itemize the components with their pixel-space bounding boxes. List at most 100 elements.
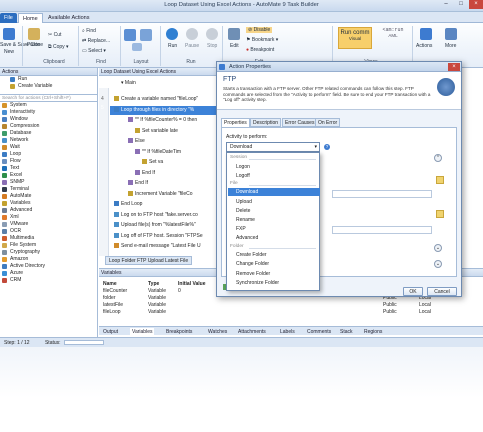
bottom-tab-output[interactable]: Output (103, 328, 118, 336)
tab-error-causes[interactable]: Error Causes (282, 118, 318, 127)
tab-file[interactable]: File (0, 13, 17, 23)
category-window[interactable]: Window (0, 116, 97, 123)
maximize-button[interactable]: □ (454, 0, 468, 9)
field-input[interactable] (332, 226, 432, 234)
expand-icon[interactable]: ⌄ (434, 244, 442, 252)
bookmark-button[interactable]: ⚑ Bookmark ▾ (246, 37, 278, 43)
copy-button[interactable]: ⧉ Copy ▾ (48, 44, 69, 50)
step-text: Upload file(s) from "%latestFile%" (121, 222, 196, 228)
minimize-button[interactable]: – (439, 0, 453, 9)
edit-button[interactable]: Edit (230, 43, 239, 49)
category-terminal[interactable]: Terminal (0, 186, 97, 193)
layout-icon[interactable] (124, 29, 136, 41)
aml-button[interactable]: <am:run AML (378, 27, 408, 49)
dropdown-item-synchronize-folder[interactable]: Synchronize Folder (228, 279, 320, 287)
select-button[interactable]: ▭ Select ▾ (82, 48, 106, 54)
quick-item-create-variable[interactable]: Create Variable (0, 83, 97, 90)
quick-item-run[interactable]: Run (0, 76, 97, 83)
variable-row[interactable]: fileLoop Variable Public Local (103, 309, 479, 316)
category-loop[interactable]: Loop (0, 151, 97, 158)
dropdown-item-download[interactable]: Download (228, 188, 320, 197)
category-network[interactable]: Network (0, 137, 97, 144)
category-interactivity[interactable]: Interactivity (0, 109, 97, 116)
category-compression[interactable]: Compression (0, 123, 97, 130)
actions-search-input[interactable]: Search for actions (Ctrl+Shift+F) (0, 94, 97, 102)
pause-button[interactable]: Pause (185, 43, 199, 49)
collapse-icon[interactable]: ⌃ (434, 154, 442, 162)
dropdown-item-advanced[interactable]: Advanced (228, 234, 320, 242)
run-button[interactable]: Run (168, 43, 177, 49)
expand-icon[interactable]: ⌄ (434, 260, 442, 268)
category-advanced[interactable]: Advanced (0, 207, 97, 214)
category-text[interactable]: Text (0, 165, 97, 172)
separator (412, 26, 413, 66)
category-crm[interactable]: CRM (0, 277, 97, 284)
category-excel[interactable]: Excel (0, 172, 97, 179)
category-xml[interactable]: Xml (0, 214, 97, 221)
bottom-tab-variables[interactable]: Variables (130, 328, 155, 336)
stop-button[interactable]: Stop (207, 43, 217, 49)
category-database[interactable]: Database (0, 130, 97, 137)
dropdown-item-remove-folder[interactable]: Remove Folder (228, 270, 320, 278)
layout-icon-2[interactable] (140, 29, 152, 41)
task-tab[interactable]: Loop Folder FTP Upload Latest File (105, 256, 193, 265)
dropdown-item-change-folder[interactable]: Change Folder (228, 260, 320, 268)
paste-button[interactable]: Paste (27, 42, 40, 48)
disable-button[interactable]: ⊘ Disable (246, 27, 273, 33)
dropdown-item-logoff[interactable]: Logoff (228, 172, 320, 180)
tab-on-error[interactable]: On Error (315, 118, 341, 127)
more-button[interactable]: More (445, 43, 456, 49)
cut-button[interactable]: ✂ Cut (48, 32, 61, 38)
dropdown-item-logon[interactable]: Logon (228, 163, 320, 171)
run-comm-button[interactable]: Run comm Visual (338, 27, 372, 49)
dropdown-item-delete[interactable]: Delete (228, 207, 320, 215)
category-icon (2, 187, 7, 192)
activity-select[interactable]: Download ▾ (226, 142, 320, 152)
category-variables[interactable]: Variables (0, 200, 97, 207)
category-system[interactable]: System (0, 102, 97, 109)
replace-button[interactable]: ⇄ Replace... (82, 38, 110, 44)
folder-browse-icon[interactable] (436, 210, 444, 218)
dropdown-item-upload[interactable]: Upload (228, 198, 320, 206)
bottom-tab-watches[interactable]: Watches (208, 328, 227, 336)
ok-button[interactable]: OK (403, 287, 423, 296)
help-icon[interactable]: ? (324, 144, 330, 150)
field-input[interactable] (332, 190, 432, 198)
category-file-system[interactable]: File System (0, 242, 97, 249)
category-vmware[interactable]: VMware (0, 221, 97, 228)
category-active-directory[interactable]: Active Directory (0, 263, 97, 270)
category-wait[interactable]: Wait (0, 144, 97, 151)
bottom-tab-regions[interactable]: Regions (364, 328, 382, 336)
dropdown-item-create-folder[interactable]: Create Folder (228, 251, 320, 259)
category-amazon[interactable]: Amazon (0, 256, 97, 263)
category-multimedia[interactable]: Multimedia (0, 235, 97, 242)
cancel-button[interactable]: Cancel (427, 287, 457, 296)
find-button[interactable]: ⌕ Find (82, 28, 96, 34)
dropdown-item-rename[interactable]: Rename (228, 216, 320, 224)
category-flow[interactable]: Flow (0, 158, 97, 165)
category-automate[interactable]: AutoMate (0, 193, 97, 200)
bottom-tab-labels[interactable]: Labels (280, 328, 295, 336)
bottom-tab-stack[interactable]: Stack (340, 328, 353, 336)
layout-icon-3[interactable] (132, 43, 142, 51)
category-azure[interactable]: Azure (0, 270, 97, 277)
category-snmp[interactable]: SNMP (0, 179, 97, 186)
step-icon (142, 159, 147, 165)
editor-tab-main[interactable]: ▾ Main (121, 80, 136, 86)
close-button[interactable]: × (469, 0, 483, 9)
category-cryptography[interactable]: Cryptography (0, 249, 97, 256)
tab-home[interactable]: Home (18, 13, 43, 23)
dialog-close-button[interactable]: × (448, 63, 460, 71)
bottom-tab-breakpoints[interactable]: Breakpoints (166, 328, 192, 336)
tab-description[interactable]: Description (250, 118, 282, 127)
variable-row[interactable]: latestFile Variable Public Local (103, 302, 479, 309)
expression-icon[interactable] (436, 176, 444, 184)
tab-available-actions[interactable]: Available Actions (44, 13, 93, 23)
bottom-tab-comments[interactable]: Comments (307, 328, 331, 336)
breakpoint-button[interactable]: ● Breakpoint (246, 47, 274, 53)
bottom-tab-attachments[interactable]: Attachments (238, 328, 266, 336)
new-button[interactable]: New (4, 49, 14, 55)
category-ocr[interactable]: OCR (0, 228, 97, 235)
actions-button[interactable]: Actions (416, 43, 432, 49)
dropdown-item-fxp[interactable]: FXP (228, 225, 320, 233)
